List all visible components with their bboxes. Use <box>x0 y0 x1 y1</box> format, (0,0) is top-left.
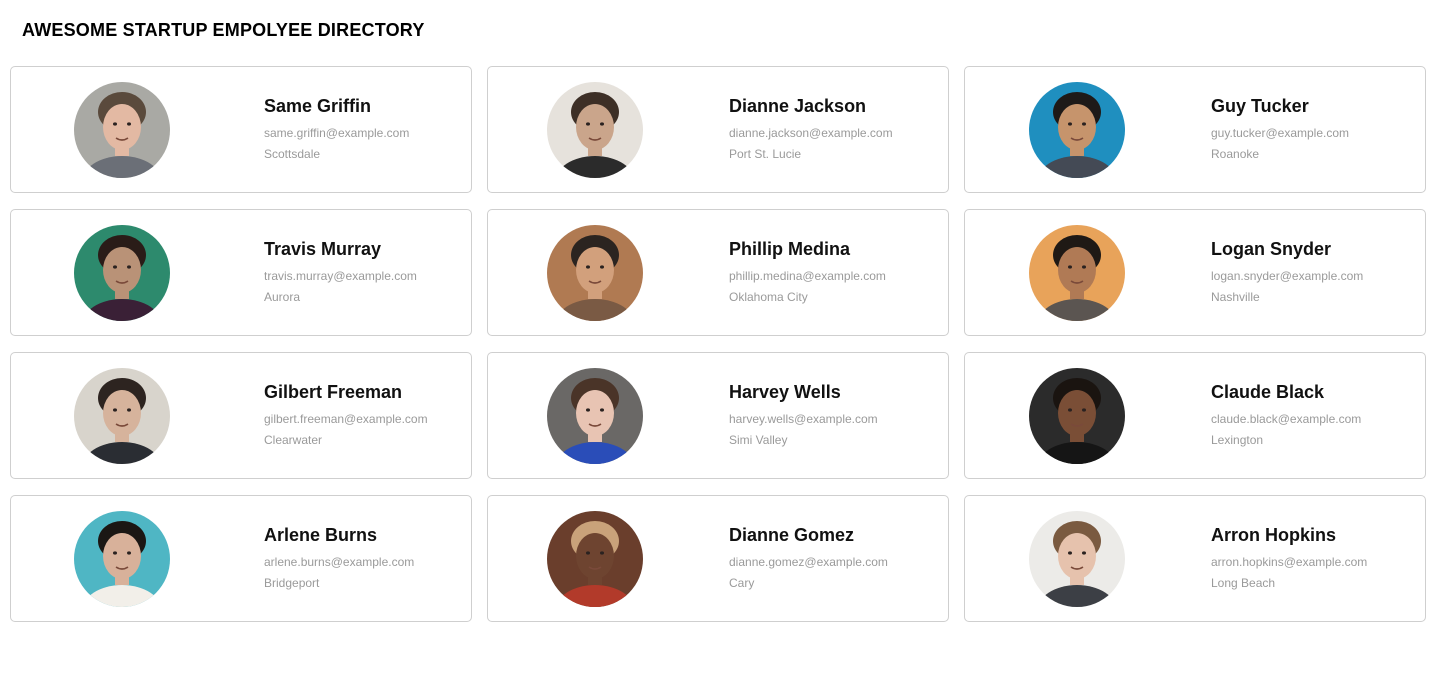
employee-name[interactable]: Gilbert Freeman <box>264 382 428 403</box>
avatar[interactable] <box>547 82 643 178</box>
employee-info: Gilbert Freeman gilbert.freeman@example.c… <box>264 382 428 447</box>
avatar[interactable] <box>547 511 643 607</box>
employee-name[interactable]: Same Griffin <box>264 96 409 117</box>
avatar[interactable] <box>1029 225 1125 321</box>
employee-card[interactable]: Travis Murray travis.murray@example.com Au… <box>10 209 472 336</box>
employee-name[interactable]: Dianne Gomez <box>729 525 888 546</box>
employee-card[interactable]: Arron Hopkins arron.hopkins@example.com Lo… <box>964 495 1426 622</box>
avatar-photo <box>547 82 643 178</box>
employee-city: Aurora <box>264 290 301 304</box>
employee-email: dianne.jackson@example.com <box>729 126 893 140</box>
employee-card[interactable]: Logan Snyder logan.snyder@example.com Nash… <box>964 209 1426 336</box>
employee-city: Scottsdale <box>264 147 321 161</box>
employee-name[interactable]: Guy Tucker <box>1211 96 1349 117</box>
avatar[interactable] <box>547 225 643 321</box>
employee-city: Long Beach <box>1211 576 1276 590</box>
employee-email: arron.hopkins@example.com <box>1211 555 1368 569</box>
avatar-photo <box>547 511 643 607</box>
avatar-photo <box>1029 368 1125 464</box>
avatar-photo <box>74 368 170 464</box>
avatar-photo <box>74 225 170 321</box>
employee-info: Dianne Gomez dianne.gomez@example.com Cary <box>729 525 888 590</box>
employee-card[interactable]: Dianne Gomez dianne.gomez@example.com Cary <box>487 495 949 622</box>
avatar[interactable] <box>547 368 643 464</box>
employee-name[interactable]: Logan Snyder <box>1211 239 1363 260</box>
employee-directory-grid: Same Griffin same.griffin@example.com Scot… <box>10 66 1426 622</box>
avatar-photo <box>1029 225 1125 321</box>
employee-card[interactable]: Phillip Medina phillip.medina@example.com… <box>487 209 949 336</box>
employee-card[interactable]: Harvey Wells harvey.wells@example.com Simi… <box>487 352 949 479</box>
avatar-photo <box>74 82 170 178</box>
employee-city: Cary <box>729 576 755 590</box>
employee-city: Oklahoma City <box>729 290 808 304</box>
employee-info: Same Griffin same.griffin@example.com Scot… <box>264 96 409 161</box>
avatar[interactable] <box>1029 368 1125 464</box>
employee-card[interactable]: Gilbert Freeman gilbert.freeman@example.c… <box>10 352 472 479</box>
avatar[interactable] <box>74 82 170 178</box>
avatar[interactable] <box>74 511 170 607</box>
avatar-photo <box>547 368 643 464</box>
employee-email: harvey.wells@example.com <box>729 412 878 426</box>
employee-card[interactable]: Claude Black claude.black@example.com Lexi… <box>964 352 1426 479</box>
employee-info: Phillip Medina phillip.medina@example.com… <box>729 239 886 304</box>
employee-email: logan.snyder@example.com <box>1211 269 1364 283</box>
avatar-photo <box>1029 511 1125 607</box>
avatar[interactable] <box>74 368 170 464</box>
employee-card[interactable]: Arlene Burns arlene.burns@example.com Brid… <box>10 495 472 622</box>
employee-info: Arron Hopkins arron.hopkins@example.com Lo… <box>1211 525 1367 590</box>
employee-name[interactable]: Harvey Wells <box>729 382 878 403</box>
avatar[interactable] <box>1029 511 1125 607</box>
employee-email: travis.murray@example.com <box>264 269 417 283</box>
employee-city: Port St. Lucie <box>729 147 802 161</box>
page-title: AWESOME STARTUP EMPOLYEE DIRECTORY <box>22 20 425 40</box>
employee-info: Dianne Jackson dianne.jackson@example.com… <box>729 96 893 161</box>
employee-city: Roanoke <box>1211 147 1260 161</box>
employee-city: Simi Valley <box>729 433 788 447</box>
avatar[interactable] <box>1029 82 1125 178</box>
avatar[interactable] <box>74 225 170 321</box>
employee-email: guy.tucker@example.com <box>1211 126 1350 140</box>
employee-email: gilbert.freeman@example.com <box>264 412 428 426</box>
employee-city: Clearwater <box>264 433 323 447</box>
avatar-photo <box>547 225 643 321</box>
employee-info: Harvey Wells harvey.wells@example.com Simi… <box>729 382 878 447</box>
employee-card[interactable]: Dianne Jackson dianne.jackson@example.com… <box>487 66 949 193</box>
employee-card[interactable]: Same Griffin same.griffin@example.com Scot… <box>10 66 472 193</box>
avatar-photo <box>1029 82 1125 178</box>
employee-email: claude.black@example.com <box>1211 412 1362 426</box>
employee-email: phillip.medina@example.com <box>729 269 886 283</box>
employee-info: Arlene Burns arlene.burns@example.com Brid… <box>264 525 414 590</box>
employee-city: Bridgeport <box>264 576 320 590</box>
employee-email: arlene.burns@example.com <box>264 555 415 569</box>
employee-name[interactable]: Phillip Medina <box>729 239 886 260</box>
employee-name[interactable]: Dianne Jackson <box>729 96 893 117</box>
employee-email: dianne.gomez@example.com <box>729 555 888 569</box>
employee-info: Claude Black claude.black@example.com Lexi… <box>1211 382 1361 447</box>
employee-info: Guy Tucker guy.tucker@example.com Roanoke <box>1211 96 1349 161</box>
employee-info: Travis Murray travis.murray@example.com Au… <box>264 239 417 304</box>
employee-name[interactable]: Arron Hopkins <box>1211 525 1367 546</box>
employee-card[interactable]: Guy Tucker guy.tucker@example.com Roanoke <box>964 66 1426 193</box>
employee-info: Logan Snyder logan.snyder@example.com Nash… <box>1211 239 1363 304</box>
employee-name[interactable]: Claude Black <box>1211 382 1361 403</box>
employee-city: Nashville <box>1211 290 1260 304</box>
employee-name[interactable]: Arlene Burns <box>264 525 414 546</box>
employee-city: Lexington <box>1211 433 1264 447</box>
avatar-photo <box>74 511 170 607</box>
employee-name[interactable]: Travis Murray <box>264 239 417 260</box>
employee-email: same.griffin@example.com <box>264 126 410 140</box>
